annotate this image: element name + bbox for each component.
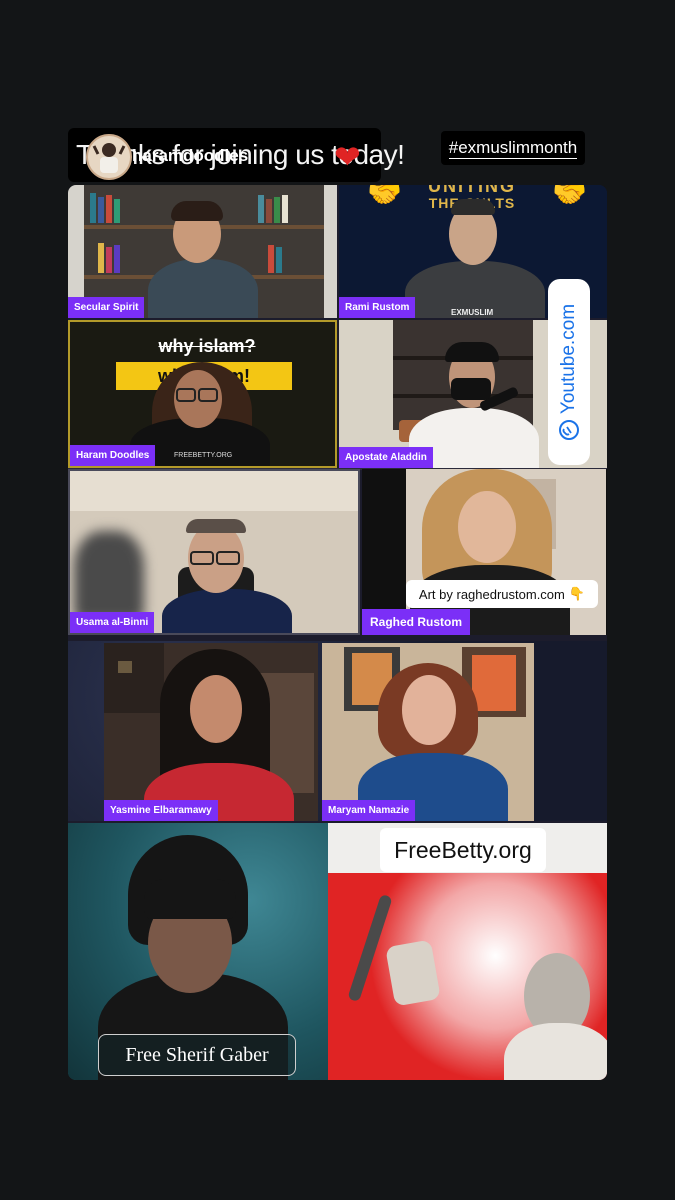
art-credit-label: Art by raghedrustom.com: [418, 586, 565, 602]
hashtag-sticker[interactable]: #exmuslimmonth: [441, 131, 585, 165]
name-label: Raghed Rustom: [362, 609, 471, 635]
name-label: Secular Spirit: [68, 297, 145, 318]
tile-yasmine-elbaramawy: Yasmine Elbaramawy: [104, 643, 318, 821]
heart-icon: ❤: [334, 139, 361, 175]
handshake-icon: 🤝: [367, 185, 402, 209]
pointing-down-icon: 👇: [568, 586, 586, 601]
tile-usama-al-binni: Usama al-Binni: [68, 469, 360, 635]
name-label: Apostate Aladdin: [339, 447, 433, 468]
name-label: Maryam Namazie: [322, 800, 416, 821]
name-label: Yasmine Elbaramawy: [104, 800, 218, 821]
link-icon: [559, 420, 579, 441]
why-islam-question: why islam?: [158, 336, 256, 356]
shirt-text: EXMUSLIM: [451, 308, 494, 317]
tile-raghed-rustom: Raghed Rustom: [362, 469, 607, 635]
free-sherif-sticker[interactable]: Free Sherif Gaber: [98, 1034, 296, 1076]
avatar[interactable]: [86, 134, 132, 180]
handshake-icon-right: 🤝: [552, 185, 587, 209]
youtube-link-sticker[interactable]: Youtube.com: [548, 279, 590, 465]
tile-haram-doodles: why islam? why islam! month FREEBETTY.OR…: [68, 320, 337, 468]
tile-secular-spirit: Secular Spirit: [68, 185, 337, 318]
video-call-collage: Secular Spirit 🤝 🤝 UNITING THE CULTS EXM…: [68, 185, 607, 1080]
tile-maryam-namazie: Maryam Namazie: [322, 643, 534, 821]
name-label: Usama al-Binni: [70, 612, 155, 633]
art-credit-sticker[interactable]: Art by raghedrustom.com 👇: [406, 580, 598, 608]
youtube-link-label: Youtube.com: [558, 303, 579, 415]
free-sherif-label: Free Sherif Gaber: [125, 1043, 269, 1066]
name-label: Haram Doodles: [70, 445, 156, 466]
hashtag-text: #exmuslimmonth: [448, 137, 578, 159]
freebetty-label: FreeBetty.org: [394, 836, 532, 863]
youtube-link-content: Youtube.com: [548, 279, 590, 465]
name-label: Rami Rustom: [339, 297, 416, 318]
story-username[interactable]: haramdoodles: [132, 146, 248, 166]
freebetty-sticker[interactable]: FreeBetty.org: [380, 828, 546, 872]
shirt-text: FREEBETTY.ORG: [174, 452, 233, 459]
